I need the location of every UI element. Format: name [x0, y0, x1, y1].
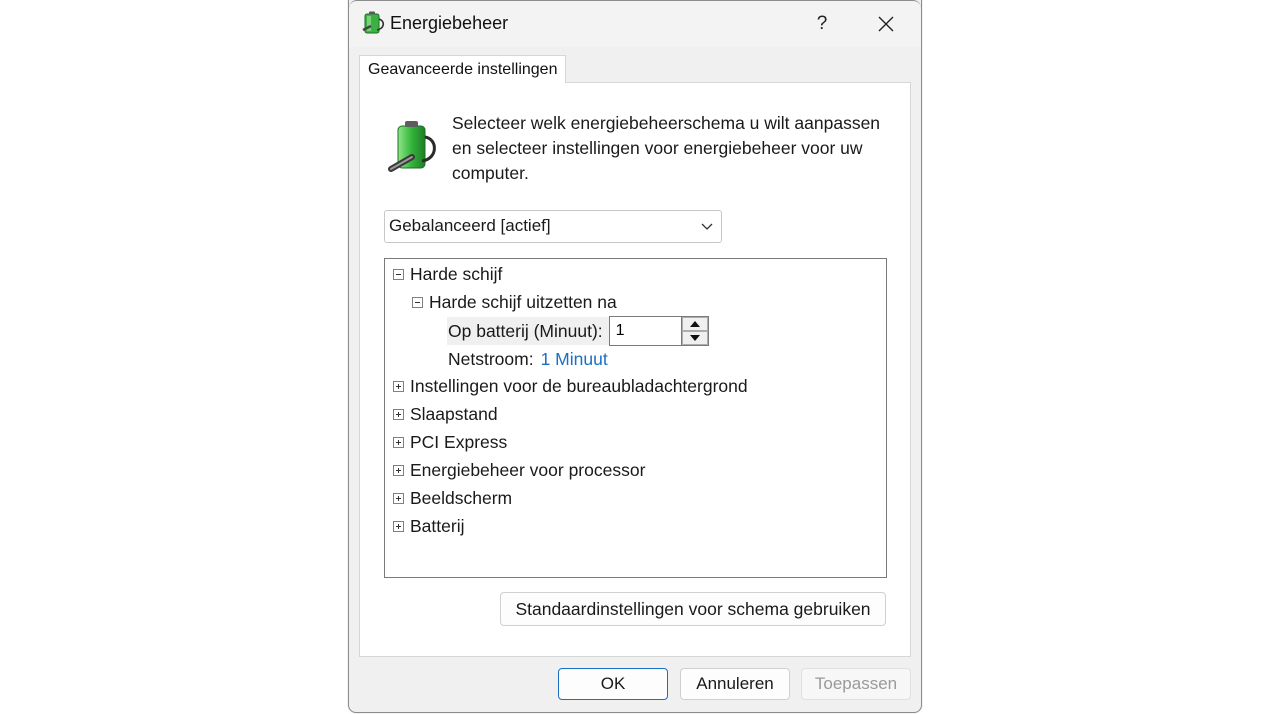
tree-item-processor[interactable]: Energiebeheer voor processor	[393, 456, 645, 484]
tree-item-bureaubladachtergrond[interactable]: Instellingen voor de bureaubladachtergro…	[393, 372, 748, 400]
apply-button[interactable]: Toepassen	[801, 668, 911, 700]
tree-item-label: Harde schijf	[410, 263, 503, 284]
collapse-icon[interactable]	[393, 268, 404, 280]
cancel-button[interactable]: Annuleren	[680, 668, 790, 700]
battery-setting-row: Op batterij (Minuut):	[447, 316, 709, 346]
tree-item-label: Energiebeheer voor processor	[410, 459, 646, 480]
tree-item-pci-express[interactable]: PCI Express	[393, 428, 507, 456]
triangle-down-icon	[689, 335, 700, 341]
expand-icon[interactable]	[393, 408, 404, 420]
expand-icon[interactable]	[393, 464, 404, 476]
chevron-down-icon	[701, 223, 713, 230]
plugged-setting-value[interactable]: 1 Minuut	[541, 349, 608, 370]
title-bar[interactable]: Energiebeheer ?	[349, 0, 921, 47]
power-scheme-select[interactable]: Gebalanceerd [actief]	[384, 210, 722, 243]
expand-icon[interactable]	[393, 520, 404, 532]
tree-item-slaapstand[interactable]: Slaapstand	[393, 400, 498, 428]
power-battery-icon	[388, 121, 436, 172]
tab-advanced-settings[interactable]: Geavanceerde instellingen	[359, 55, 567, 83]
spin-down-button[interactable]	[681, 331, 708, 345]
tree-item-label: PCI Express	[410, 431, 508, 452]
panel-description: Selecteer welk energiebeheerschema u wil…	[452, 113, 881, 183]
expand-icon[interactable]	[393, 436, 404, 448]
tree-item-batterij[interactable]: Batterij	[393, 512, 464, 540]
help-button[interactable]: ?	[799, 1, 845, 47]
battery-minutes-input[interactable]	[609, 317, 682, 345]
expand-icon[interactable]	[393, 380, 404, 392]
tree-item-harde-schijf-uitzetten[interactable]: Harde schijf uitzetten na	[412, 288, 617, 316]
tree-item-label: Slaapstand	[410, 403, 498, 424]
power-scheme-value: Gebalanceerd [actief]	[389, 216, 551, 235]
expand-icon[interactable]	[393, 492, 404, 504]
tree-item-label: Beeldscherm	[410, 487, 513, 508]
tree-item-harde-schijf[interactable]: Harde schijf	[393, 260, 502, 288]
tree-item-beeldscherm[interactable]: Beeldscherm	[393, 484, 512, 512]
tree-item-label: Instellingen voor de bureaubladachtergro…	[410, 375, 748, 396]
plugged-setting-label: Netstroom:	[448, 348, 534, 369]
collapse-icon[interactable]	[412, 296, 423, 308]
close-button[interactable]	[863, 1, 909, 47]
window-title: Energiebeheer	[390, 13, 509, 33]
plugged-setting-row: Netstroom: 1 Minuut	[448, 345, 608, 373]
tree-item-label: Batterij	[410, 515, 465, 536]
power-options-dialog: Energiebeheer ? Geavanceerde instellinge…	[348, 0, 922, 713]
close-icon	[878, 16, 894, 32]
advanced-settings-panel: Selecteer welk energiebeheerschema u wil…	[359, 82, 911, 657]
tree-item-label: Harde schijf uitzetten na	[429, 291, 617, 312]
battery-minutes-stepper[interactable]	[608, 316, 709, 346]
triangle-up-icon	[689, 321, 700, 327]
restore-defaults-button[interactable]: Standaardinstellingen voor schema gebrui…	[500, 592, 886, 626]
settings-tree[interactable]: Harde schijf Harde schijf uitzetten na O…	[384, 258, 887, 578]
power-battery-icon	[362, 11, 385, 34]
battery-setting-label: Op batterij (Minuut):	[447, 317, 609, 345]
spin-up-button[interactable]	[681, 317, 708, 331]
ok-button[interactable]: OK	[558, 668, 668, 700]
